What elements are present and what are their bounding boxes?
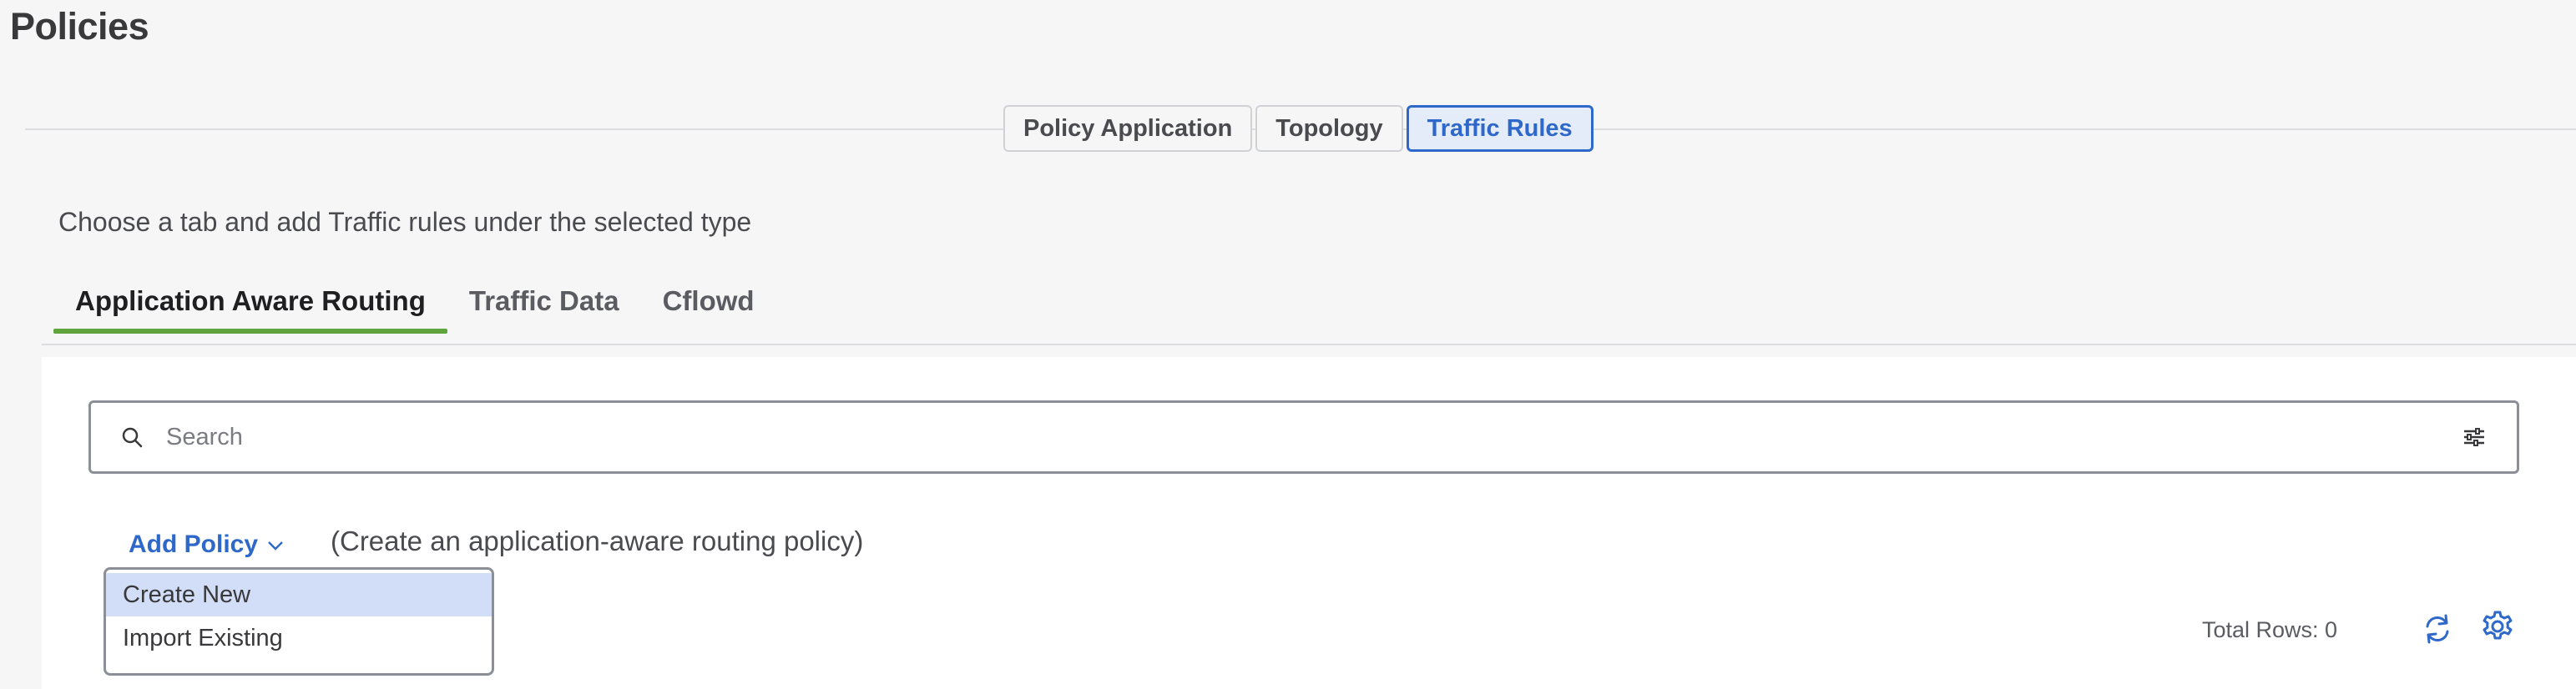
content-panel: Add Policy (Create an application-aware … — [42, 357, 2576, 689]
segment-policy-application[interactable]: Policy Application — [1003, 105, 1253, 152]
page-title: Policies — [10, 5, 149, 48]
refresh-icon[interactable] — [2421, 612, 2454, 646]
search-input[interactable] — [166, 423, 2460, 451]
gear-icon[interactable] — [2479, 609, 2516, 646]
add-policy-menu: Create New Import Existing — [104, 567, 494, 676]
menu-item-import-existing[interactable]: Import Existing — [106, 616, 492, 660]
tab-cflowd[interactable]: Cflowd — [641, 282, 776, 334]
segment-traffic-rules[interactable]: Traffic Rules — [1406, 105, 1594, 152]
instructions-text: Choose a tab and add Traffic rules under… — [58, 207, 752, 237]
add-policy-button[interactable]: Add Policy — [129, 531, 285, 559]
total-rows-count: Total Rows: 0 — [2202, 617, 2338, 642]
chevron-down-icon — [266, 531, 285, 559]
segment-topology[interactable]: Topology — [1255, 105, 1403, 152]
subtab-divider — [42, 344, 2576, 345]
filter-icon[interactable] — [2460, 423, 2488, 451]
segmented-control: Policy Application Topology Traffic Rule… — [1003, 105, 1594, 152]
tab-application-aware-routing[interactable]: Application Aware Routing — [53, 282, 447, 334]
add-policy-description: (Create an application-aware routing pol… — [331, 526, 864, 556]
tab-traffic-data[interactable]: Traffic Data — [447, 282, 641, 334]
search-bar — [88, 400, 2519, 474]
add-policy-label: Add Policy — [129, 531, 259, 558]
search-icon — [119, 425, 144, 450]
menu-item-create-new[interactable]: Create New — [106, 573, 492, 616]
subtab-bar: Application Aware Routing Traffic Data C… — [53, 282, 776, 334]
